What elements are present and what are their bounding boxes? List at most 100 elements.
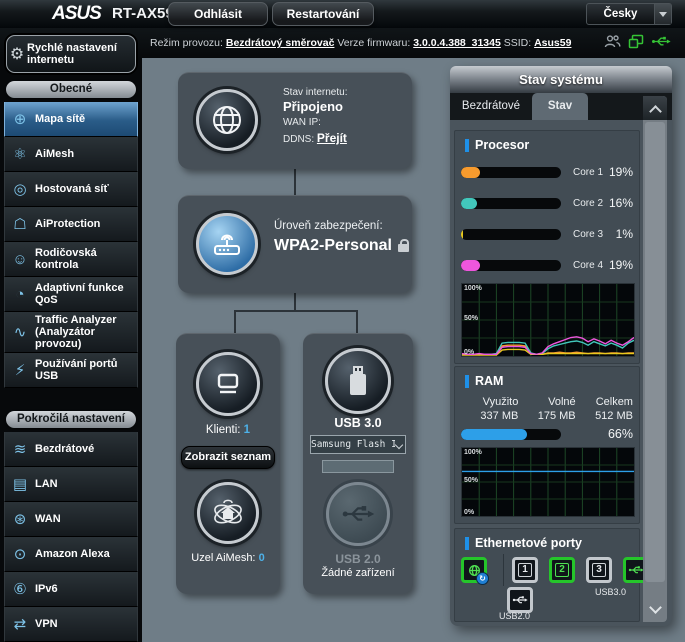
scroll-up-button[interactable] <box>643 96 667 120</box>
sidebar-item-rodicovska-kontrola[interactable]: ☺Rodičovská kontrola <box>4 242 138 277</box>
sidebar-sections: Obecné⊕Mapa sítě⚛AiMesh◎Hostovaná síť☖Ai… <box>0 81 142 642</box>
clients-monitor-icon[interactable] <box>196 352 260 416</box>
clients-count: 1 <box>244 424 250 436</box>
scroll-thumb[interactable] <box>645 122 665 582</box>
cpu-ytick-100: 100% <box>464 285 482 292</box>
core-usage-fill <box>461 260 480 271</box>
language-dropdown-arrow[interactable] <box>654 4 671 24</box>
sidebar-section-header: Pokročilá nastavení <box>6 411 136 428</box>
firmware-label: Verze firmwaru: <box>337 37 410 49</box>
top-bar: ASUS RT-AX59U Odhlásit Restartování Česk… <box>0 0 685 28</box>
cpu-ytick-50: 50% <box>464 315 478 322</box>
traffic-waveform-icon: ∿ <box>5 323 35 341</box>
ram-section: RAM Využito 337 MB Volné 175 MB Celkem 5… <box>454 366 640 524</box>
lan-port-1-icon: 1 <box>512 557 538 583</box>
firmware-link[interactable]: 3.0.0.4.388_31345 <box>413 37 501 49</box>
ram-used-cell: Využito 337 MB <box>461 395 518 423</box>
sidebar-item-adaptivni-funkce-qos[interactable]: ◔Adaptivní funkce QoS <box>4 277 138 312</box>
sidebar-item-amazon-alexa[interactable]: ⊙Amazon Alexa <box>4 537 138 572</box>
core-label: Core 1 <box>573 167 609 178</box>
usb2-port-icon[interactable] <box>326 482 390 546</box>
clients-card[interactable]: Klienti: 1 Zobrazit seznam Uzel AiMesh: … <box>176 333 280 594</box>
quick-setup-gear-icon: ⚙ <box>7 44 27 64</box>
connector-line <box>234 310 358 312</box>
core-usage-fill <box>461 167 480 178</box>
sidebar-item-label: Amazon Alexa <box>35 548 112 560</box>
ram-free-value: 175 MB <box>518 409 575 423</box>
tab-status[interactable]: Stav <box>532 93 588 120</box>
ram-total-value: 512 MB <box>576 409 633 423</box>
ram-percent: 66% <box>561 427 633 441</box>
sidebar-item-aimesh[interactable]: ⚛AiMesh <box>4 137 138 172</box>
panel-tabs: Bezdrátové Stav <box>450 93 672 120</box>
sidebar-item-vpn[interactable]: ⇄VPN <box>4 607 138 642</box>
lan-port-3-icon: 3 <box>586 557 612 583</box>
ssid-link[interactable]: Asus59 <box>534 37 571 49</box>
lan-port-number: 3 <box>592 563 606 577</box>
ddns-go-link[interactable]: Přejít <box>317 131 347 145</box>
sidebar-item-wan[interactable]: ⊛WAN <box>4 502 138 537</box>
sidebar-item-bezdratove[interactable]: ≋Bezdrátové <box>4 432 138 467</box>
usb-card[interactable]: USB 3.0 Samsung Flash I USB 2.0 Žádné za… <box>303 333 413 594</box>
language-dropdown[interactable]: Česky <box>586 3 672 25</box>
sidebar-item-aiprotection[interactable]: ☖AiProtection <box>4 207 138 242</box>
tab-wireless[interactable]: Bezdrátové <box>452 93 530 120</box>
usb3-flash-drive-icon[interactable] <box>325 348 391 414</box>
core-usage-bar <box>461 229 561 240</box>
network-map-icon: ⊕ <box>5 110 35 128</box>
connector-line <box>356 310 358 333</box>
aimesh-node-label: Uzel AiMesh: <box>191 552 255 564</box>
ethernet-section: Ethernetové porty ↻ 123 <box>454 528 640 622</box>
mode-link[interactable]: Bezdrátový směrovač <box>226 37 335 49</box>
router-icon <box>196 213 258 275</box>
sidebar-item-ipv6[interactable]: ⑥IPv6 <box>4 572 138 607</box>
chevron-down-icon <box>395 440 405 450</box>
lan-port-number: 1 <box>518 563 532 577</box>
usb-device-select[interactable]: Samsung Flash I <box>310 435 406 454</box>
connector-line <box>294 168 296 195</box>
system-status-panel: Stav systému Bezdrátové Stav Procesor Co… <box>450 66 672 626</box>
quick-internet-setup-button[interactable]: ⚙ Rychlé nastavení internetu <box>6 35 136 73</box>
sidebar-item-mapa-site[interactable]: ⊕Mapa sítě <box>4 102 138 137</box>
usb-device-icon[interactable] <box>651 35 671 48</box>
sidebar-item-label: Rodičovská kontrola <box>35 247 137 271</box>
cpu-ytick-0: 0% <box>464 349 474 356</box>
wireless-icon: ≋ <box>5 440 35 458</box>
usb2-status: Žádné zařízení <box>303 567 413 579</box>
usb-capacity-bar <box>322 460 394 473</box>
logout-button[interactable]: Odhlásit <box>168 2 268 26</box>
sidebar-item-label: IPv6 <box>35 583 60 595</box>
security-card[interactable]: Úroveň zabezpečení: WPA2-Personal <box>178 195 412 293</box>
ram-used-value: 337 MB <box>461 409 518 423</box>
sidebar-item-hostovana-sit[interactable]: ◎Hostovaná síť <box>4 172 138 207</box>
scroll-down-button[interactable] <box>643 596 667 622</box>
core-usage-bar <box>461 260 561 271</box>
sidebar: Obecné⊕Mapa sítě⚛AiMesh◎Hostovaná síť☖Ai… <box>0 58 142 642</box>
view-list-button[interactable]: Zobrazit seznam <box>181 446 275 469</box>
clients-icon[interactable] <box>604 34 621 49</box>
sidebar-item-pouzivani-portu-usb[interactable]: ⚡Používání portů USB <box>4 353 138 388</box>
sidebar-item-lan[interactable]: ▤LAN <box>4 467 138 502</box>
panel-scrollbar[interactable] <box>643 96 667 622</box>
shield-icon: ☖ <box>5 215 35 233</box>
aimesh-node-icon[interactable] <box>197 482 259 544</box>
lan-port-number: 2 <box>555 563 569 577</box>
panel-title: Stav systému <box>450 66 672 93</box>
sidebar-item-label: WAN <box>35 513 63 525</box>
router-admin-page: ASUS RT-AX59U Odhlásit Restartování Česk… <box>0 0 685 642</box>
ram-free-label: Volné <box>518 395 575 409</box>
reboot-button[interactable]: Restartování <box>272 2 374 26</box>
core-label: Core 2 <box>573 198 609 209</box>
sidebar-item-traffic-analyzer[interactable]: ∿Traffic Analyzer (Analyzátor provozu) <box>4 312 138 353</box>
sidebar-item-label: Traffic Analyzer (Analyzátor provozu) <box>35 314 137 350</box>
core-row-2: Core 216% <box>461 190 633 216</box>
sidebar-item-label: Používání portů USB <box>35 358 137 382</box>
core-percent: 19% <box>609 258 633 272</box>
wired-device-icon[interactable] <box>628 34 644 49</box>
core-label: Core 4 <box>573 260 609 271</box>
core-usage-bar <box>461 167 561 178</box>
triangle-down-icon <box>659 12 667 17</box>
internet-status-card[interactable]: Stav internetu: Připojeno WAN IP: DDNS: … <box>178 72 412 169</box>
ram-total-cell: Celkem 512 MB <box>576 395 633 423</box>
alexa-icon: ⊙ <box>5 545 35 563</box>
